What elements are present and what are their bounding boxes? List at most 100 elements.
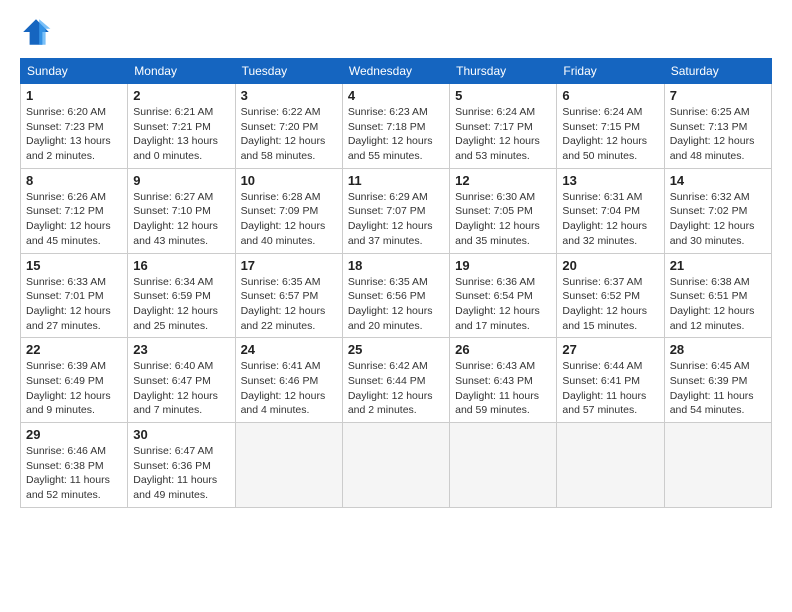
col-header-tuesday: Tuesday xyxy=(235,59,342,84)
day-number: 13 xyxy=(562,173,658,188)
calendar-cell: 24 Sunrise: 6:41 AM Sunset: 6:46 PM Dayl… xyxy=(235,338,342,423)
day-info: Sunrise: 6:39 AM Sunset: 6:49 PM Dayligh… xyxy=(26,359,122,418)
day-info: Sunrise: 6:32 AM Sunset: 7:02 PM Dayligh… xyxy=(670,190,766,249)
calendar-week-row: 1 Sunrise: 6:20 AM Sunset: 7:23 PM Dayli… xyxy=(21,84,772,169)
logo-icon xyxy=(20,16,52,48)
day-number: 1 xyxy=(26,88,122,103)
calendar-cell: 18 Sunrise: 6:35 AM Sunset: 6:56 PM Dayl… xyxy=(342,253,449,338)
day-number: 5 xyxy=(455,88,551,103)
day-number: 12 xyxy=(455,173,551,188)
calendar-cell: 14 Sunrise: 6:32 AM Sunset: 7:02 PM Dayl… xyxy=(664,168,771,253)
calendar-cell xyxy=(342,423,449,508)
col-header-thursday: Thursday xyxy=(450,59,557,84)
calendar-cell: 25 Sunrise: 6:42 AM Sunset: 6:44 PM Dayl… xyxy=(342,338,449,423)
day-number: 22 xyxy=(26,342,122,357)
day-info: Sunrise: 6:26 AM Sunset: 7:12 PM Dayligh… xyxy=(26,190,122,249)
day-number: 26 xyxy=(455,342,551,357)
calendar-cell: 2 Sunrise: 6:21 AM Sunset: 7:21 PM Dayli… xyxy=(128,84,235,169)
col-header-wednesday: Wednesday xyxy=(342,59,449,84)
day-number: 6 xyxy=(562,88,658,103)
day-number: 28 xyxy=(670,342,766,357)
day-number: 8 xyxy=(26,173,122,188)
calendar-page: SundayMondayTuesdayWednesdayThursdayFrid… xyxy=(0,0,792,612)
day-info: Sunrise: 6:21 AM Sunset: 7:21 PM Dayligh… xyxy=(133,105,229,164)
day-info: Sunrise: 6:35 AM Sunset: 6:56 PM Dayligh… xyxy=(348,275,444,334)
day-number: 16 xyxy=(133,258,229,273)
day-number: 27 xyxy=(562,342,658,357)
day-number: 24 xyxy=(241,342,337,357)
day-number: 17 xyxy=(241,258,337,273)
day-number: 30 xyxy=(133,427,229,442)
day-number: 7 xyxy=(670,88,766,103)
calendar-cell: 11 Sunrise: 6:29 AM Sunset: 7:07 PM Dayl… xyxy=(342,168,449,253)
day-info: Sunrise: 6:44 AM Sunset: 6:41 PM Dayligh… xyxy=(562,359,658,418)
day-info: Sunrise: 6:43 AM Sunset: 6:43 PM Dayligh… xyxy=(455,359,551,418)
calendar-cell: 21 Sunrise: 6:38 AM Sunset: 6:51 PM Dayl… xyxy=(664,253,771,338)
day-number: 25 xyxy=(348,342,444,357)
day-number: 29 xyxy=(26,427,122,442)
col-header-saturday: Saturday xyxy=(664,59,771,84)
calendar-cell: 28 Sunrise: 6:45 AM Sunset: 6:39 PM Dayl… xyxy=(664,338,771,423)
calendar-cell: 19 Sunrise: 6:36 AM Sunset: 6:54 PM Dayl… xyxy=(450,253,557,338)
day-info: Sunrise: 6:41 AM Sunset: 6:46 PM Dayligh… xyxy=(241,359,337,418)
day-info: Sunrise: 6:27 AM Sunset: 7:10 PM Dayligh… xyxy=(133,190,229,249)
day-info: Sunrise: 6:33 AM Sunset: 7:01 PM Dayligh… xyxy=(26,275,122,334)
day-info: Sunrise: 6:24 AM Sunset: 7:15 PM Dayligh… xyxy=(562,105,658,164)
day-info: Sunrise: 6:46 AM Sunset: 6:38 PM Dayligh… xyxy=(26,444,122,503)
day-info: Sunrise: 6:28 AM Sunset: 7:09 PM Dayligh… xyxy=(241,190,337,249)
calendar-week-row: 29 Sunrise: 6:46 AM Sunset: 6:38 PM Dayl… xyxy=(21,423,772,508)
day-info: Sunrise: 6:42 AM Sunset: 6:44 PM Dayligh… xyxy=(348,359,444,418)
calendar-cell: 6 Sunrise: 6:24 AM Sunset: 7:15 PM Dayli… xyxy=(557,84,664,169)
day-info: Sunrise: 6:36 AM Sunset: 6:54 PM Dayligh… xyxy=(455,275,551,334)
day-info: Sunrise: 6:40 AM Sunset: 6:47 PM Dayligh… xyxy=(133,359,229,418)
calendar-cell: 26 Sunrise: 6:43 AM Sunset: 6:43 PM Dayl… xyxy=(450,338,557,423)
calendar-cell: 27 Sunrise: 6:44 AM Sunset: 6:41 PM Dayl… xyxy=(557,338,664,423)
calendar-cell xyxy=(235,423,342,508)
day-info: Sunrise: 6:30 AM Sunset: 7:05 PM Dayligh… xyxy=(455,190,551,249)
day-info: Sunrise: 6:20 AM Sunset: 7:23 PM Dayligh… xyxy=(26,105,122,164)
calendar-cell xyxy=(557,423,664,508)
calendar-cell: 10 Sunrise: 6:28 AM Sunset: 7:09 PM Dayl… xyxy=(235,168,342,253)
day-number: 14 xyxy=(670,173,766,188)
day-number: 10 xyxy=(241,173,337,188)
calendar-cell xyxy=(450,423,557,508)
day-info: Sunrise: 6:47 AM Sunset: 6:36 PM Dayligh… xyxy=(133,444,229,503)
calendar-cell xyxy=(664,423,771,508)
day-info: Sunrise: 6:34 AM Sunset: 6:59 PM Dayligh… xyxy=(133,275,229,334)
calendar-week-row: 8 Sunrise: 6:26 AM Sunset: 7:12 PM Dayli… xyxy=(21,168,772,253)
calendar-cell: 5 Sunrise: 6:24 AM Sunset: 7:17 PM Dayli… xyxy=(450,84,557,169)
calendar-table: SundayMondayTuesdayWednesdayThursdayFrid… xyxy=(20,58,772,508)
calendar-week-row: 15 Sunrise: 6:33 AM Sunset: 7:01 PM Dayl… xyxy=(21,253,772,338)
day-number: 2 xyxy=(133,88,229,103)
calendar-cell: 8 Sunrise: 6:26 AM Sunset: 7:12 PM Dayli… xyxy=(21,168,128,253)
calendar-cell: 22 Sunrise: 6:39 AM Sunset: 6:49 PM Dayl… xyxy=(21,338,128,423)
calendar-header-row: SundayMondayTuesdayWednesdayThursdayFrid… xyxy=(21,59,772,84)
day-info: Sunrise: 6:24 AM Sunset: 7:17 PM Dayligh… xyxy=(455,105,551,164)
calendar-cell: 30 Sunrise: 6:47 AM Sunset: 6:36 PM Dayl… xyxy=(128,423,235,508)
calendar-cell: 12 Sunrise: 6:30 AM Sunset: 7:05 PM Dayl… xyxy=(450,168,557,253)
calendar-cell: 16 Sunrise: 6:34 AM Sunset: 6:59 PM Dayl… xyxy=(128,253,235,338)
calendar-cell: 29 Sunrise: 6:46 AM Sunset: 6:38 PM Dayl… xyxy=(21,423,128,508)
day-info: Sunrise: 6:29 AM Sunset: 7:07 PM Dayligh… xyxy=(348,190,444,249)
calendar-cell: 23 Sunrise: 6:40 AM Sunset: 6:47 PM Dayl… xyxy=(128,338,235,423)
day-number: 18 xyxy=(348,258,444,273)
day-info: Sunrise: 6:37 AM Sunset: 6:52 PM Dayligh… xyxy=(562,275,658,334)
day-number: 19 xyxy=(455,258,551,273)
calendar-cell: 15 Sunrise: 6:33 AM Sunset: 7:01 PM Dayl… xyxy=(21,253,128,338)
logo xyxy=(20,16,56,48)
day-info: Sunrise: 6:22 AM Sunset: 7:20 PM Dayligh… xyxy=(241,105,337,164)
calendar-cell: 4 Sunrise: 6:23 AM Sunset: 7:18 PM Dayli… xyxy=(342,84,449,169)
calendar-cell: 9 Sunrise: 6:27 AM Sunset: 7:10 PM Dayli… xyxy=(128,168,235,253)
page-header xyxy=(20,16,772,48)
calendar-cell: 13 Sunrise: 6:31 AM Sunset: 7:04 PM Dayl… xyxy=(557,168,664,253)
col-header-monday: Monday xyxy=(128,59,235,84)
day-info: Sunrise: 6:35 AM Sunset: 6:57 PM Dayligh… xyxy=(241,275,337,334)
day-info: Sunrise: 6:45 AM Sunset: 6:39 PM Dayligh… xyxy=(670,359,766,418)
calendar-cell: 17 Sunrise: 6:35 AM Sunset: 6:57 PM Dayl… xyxy=(235,253,342,338)
day-number: 23 xyxy=(133,342,229,357)
day-info: Sunrise: 6:25 AM Sunset: 7:13 PM Dayligh… xyxy=(670,105,766,164)
calendar-cell: 1 Sunrise: 6:20 AM Sunset: 7:23 PM Dayli… xyxy=(21,84,128,169)
calendar-week-row: 22 Sunrise: 6:39 AM Sunset: 6:49 PM Dayl… xyxy=(21,338,772,423)
day-info: Sunrise: 6:23 AM Sunset: 7:18 PM Dayligh… xyxy=(348,105,444,164)
day-number: 3 xyxy=(241,88,337,103)
